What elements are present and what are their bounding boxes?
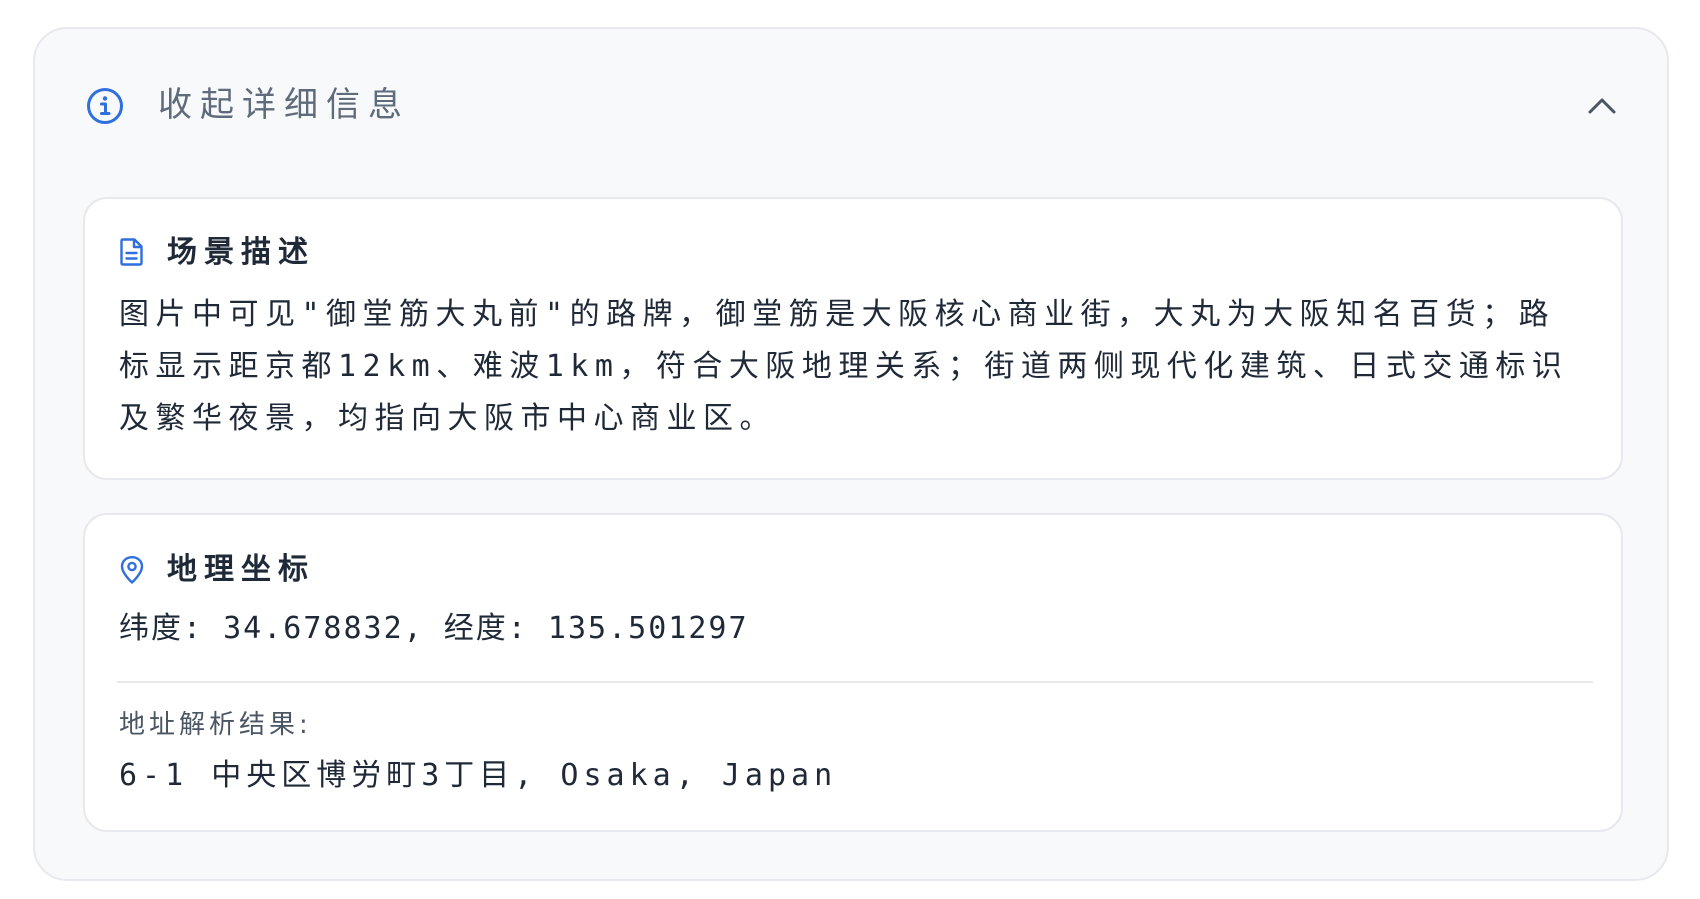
chevron-up-icon[interactable] (1585, 91, 1619, 121)
collapse-details-toggle[interactable]: 收起详细信息 (35, 29, 1667, 169)
divider (117, 681, 1593, 683)
details-panel: 收起详细信息 场景描述 图片中可见"御堂筋大丸前"的路牌，御堂筋是大阪核心商业街… (33, 27, 1669, 881)
geo-coordinates-card: 地理坐标 纬度: 34.678832, 经度: 135.501297 地址解析结… (83, 513, 1623, 832)
document-icon (120, 238, 143, 266)
info-circle-icon (87, 88, 123, 124)
address-result-value: 6-1 中央区博労町3丁目, Osaka, Japan (119, 758, 838, 793)
collapse-details-label: 收起详细信息 (158, 85, 410, 125)
address-result-label: 地址解析结果: (119, 710, 312, 740)
geo-coordinates-title: 地理坐标 (167, 552, 315, 587)
scene-description-card: 场景描述 图片中可见"御堂筋大丸前"的路牌，御堂筋是大阪核心商业街，大丸为大阪知… (83, 197, 1623, 480)
coordinates-value: 纬度: 34.678832, 经度: 135.501297 (119, 611, 749, 646)
scene-description-text: 图片中可见"御堂筋大丸前"的路牌，御堂筋是大阪核心商业街，大丸为大阪知名百货；路… (119, 297, 1569, 436)
location-pin-icon (120, 556, 144, 584)
scene-description-title: 场景描述 (167, 235, 315, 270)
